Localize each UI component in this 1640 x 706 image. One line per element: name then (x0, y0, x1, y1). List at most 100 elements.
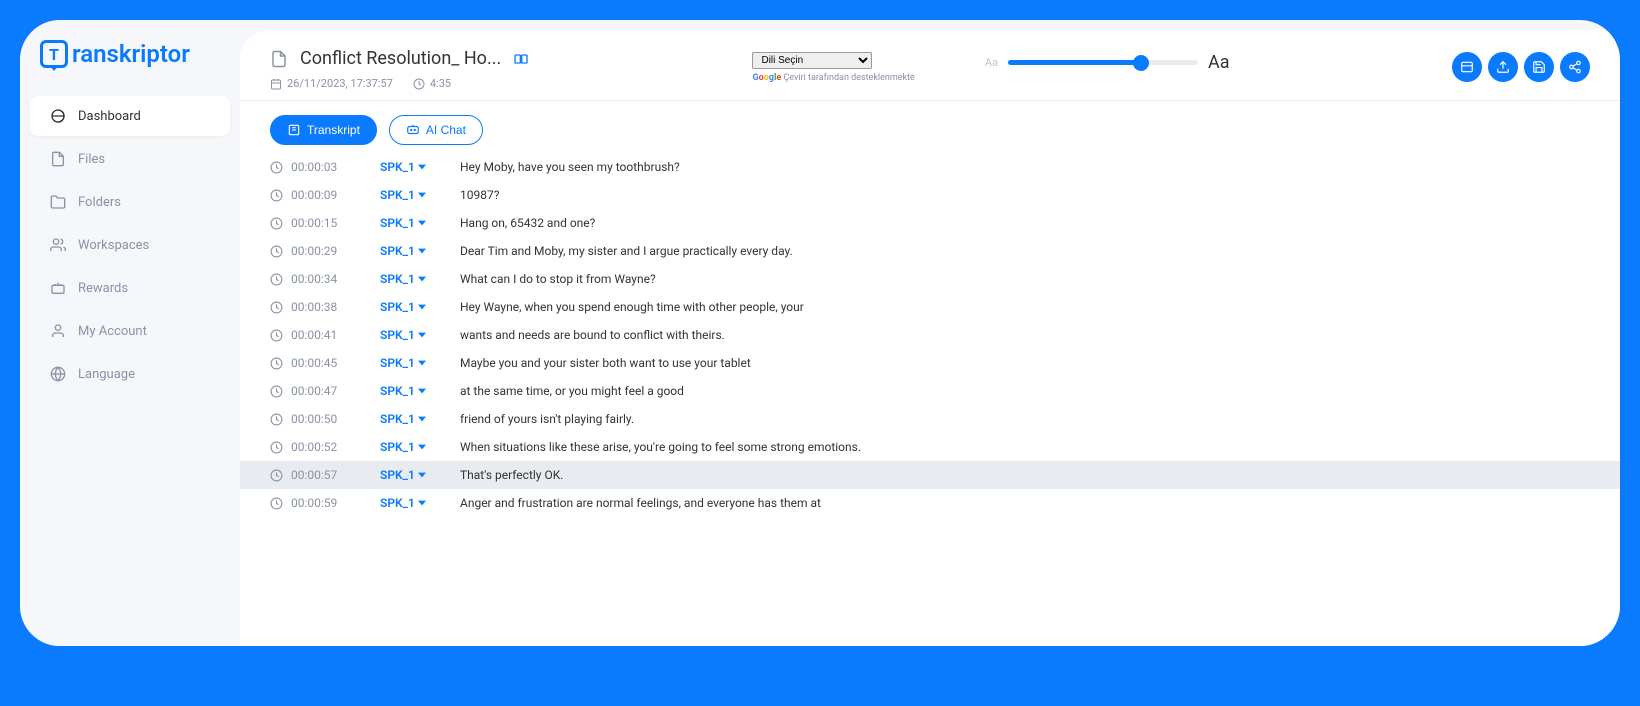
clock-icon (270, 273, 283, 286)
sidebar-item-my-account[interactable]: My Account (30, 311, 230, 351)
header: Conflict Resolution_ Ho... 26/11/2023, 1… (240, 30, 1620, 101)
clock-icon (270, 357, 283, 370)
speaker-cell[interactable]: SPK_1 (380, 496, 430, 510)
text-cell[interactable]: wants and needs are bound to conflict wi… (460, 328, 1590, 342)
main-panel: Conflict Resolution_ Ho... 26/11/2023, 1… (240, 30, 1620, 646)
speaker-label: SPK_1 (380, 300, 415, 314)
export-button[interactable] (1452, 52, 1482, 82)
transcript-line[interactable]: 00:00:03SPK_1Hey Moby, have you seen my … (240, 153, 1620, 181)
sidebar-item-language[interactable]: Language (30, 354, 230, 394)
transcript-line[interactable]: 00:00:29 SPK_1 Dear Tim and Moby, my siste… (240, 237, 1620, 265)
timestamp: 00:00:38 (291, 300, 337, 314)
download-button[interactable] (1488, 52, 1518, 82)
timestamp: 00:00:52 (291, 440, 337, 454)
speaker-cell[interactable]: SPK_1 (380, 160, 430, 174)
caret-down-icon (418, 443, 426, 451)
time-cell: 00:00:45 (270, 356, 350, 370)
clock-icon (270, 497, 283, 510)
timestamp: 00:00:34 (291, 272, 337, 286)
tab-aichat[interactable]: AI Chat (389, 115, 483, 145)
timestamp: 00:00:50 (291, 412, 337, 426)
caret-down-icon (418, 387, 426, 395)
text-cell[interactable]: Hey Moby, have you seen my toothbrush? (460, 160, 1590, 174)
time-cell: 00:00:47 (270, 384, 350, 398)
timestamp: 00:00:45 (291, 356, 337, 370)
clock-icon (270, 301, 283, 314)
sidebar-item-label: My Account (78, 324, 147, 339)
text-cell[interactable]: at the same time, or you might feel a go… (460, 384, 1590, 398)
transcript-line[interactable]: 00:00:47 SPK_1 at the same time, or you mi… (240, 377, 1620, 405)
timestamp: 00:00:15 (291, 216, 337, 230)
time-cell: 00:00:52 (270, 440, 350, 454)
logo[interactable]: T ranskriptor (20, 40, 240, 93)
speaker-label: SPK_1 (380, 216, 415, 230)
caret-down-icon (418, 163, 426, 171)
file-icon (270, 50, 288, 68)
text-cell[interactable]: Hey Wayne, when you spend enough time wi… (460, 300, 1590, 314)
speaker-cell[interactable]: SPK_1 (380, 272, 430, 286)
transcript-line[interactable]: 00:00:38 SPK_1 Hey Wayne, when you spend e… (240, 293, 1620, 321)
speaker-cell[interactable]: SPK_1 (380, 412, 430, 426)
speaker-cell[interactable]: SPK_1 (380, 188, 430, 202)
font-large-label: Aa (1208, 52, 1230, 73)
google-logo: Google (752, 73, 781, 83)
sidebar-item-label: Rewards (78, 281, 128, 296)
transcript-line[interactable]: 00:00:57 SPK_1 That's perfectly OK. (240, 461, 1620, 489)
slider-fill (1008, 60, 1141, 65)
language-block: Dili Seçin Google Çeviri tarafından dest… (752, 52, 914, 83)
timestamp: 00:00:47 (291, 384, 337, 398)
speaker-cell[interactable]: SPK_1 (380, 384, 430, 398)
speaker-cell[interactable]: SPK_1 (380, 216, 430, 230)
transcript-line[interactable]: 00:00:15 SPK_1 Hang on, 65432 and one? (240, 209, 1620, 237)
text-cell[interactable]: 10987? (460, 188, 1590, 202)
slider-thumb[interactable] (1133, 55, 1149, 71)
language-select[interactable]: Dili Seçin (752, 52, 872, 69)
text-cell[interactable]: friend of yours isn't playing fairly. (460, 412, 1590, 426)
font-size-slider[interactable]: Aa Aa (985, 52, 1230, 73)
text-cell[interactable]: What can I do to stop it from Wayne? (460, 272, 1590, 286)
transcript-line[interactable]: 00:00:45 SPK_1 Maybe you and your sister b… (240, 349, 1620, 377)
speaker-cell[interactable]: SPK_1 (380, 328, 430, 342)
transcript-line[interactable]: 00:00:09SPK_110987? (240, 181, 1620, 209)
text-cell[interactable]: That's perfectly OK. (460, 468, 1590, 482)
caret-down-icon (418, 471, 426, 479)
clock-icon (270, 329, 283, 342)
download-icon (1496, 60, 1510, 74)
share-button[interactable] (1560, 52, 1590, 82)
save-button[interactable] (1524, 52, 1554, 82)
text-cell[interactable]: When situations like these arise, you're… (460, 440, 1590, 454)
sidebar-item-files[interactable]: Files (30, 139, 230, 179)
speaker-cell[interactable]: SPK_1 (380, 468, 430, 482)
slider-track[interactable] (1008, 60, 1198, 65)
time-cell: 00:00:59 (270, 496, 350, 510)
text-cell[interactable]: Anger and frustration are normal feeling… (460, 496, 1590, 510)
speaker-cell[interactable]: SPK_1 (380, 300, 430, 314)
transcript-line[interactable]: 00:00:52 SPK_1 When situations like these … (240, 433, 1620, 461)
text-cell[interactable]: Dear Tim and Moby, my sister and I argue… (460, 244, 1590, 258)
transcript-line[interactable]: 00:00:41SPK_1wants and needs are bound t… (240, 321, 1620, 349)
sidebar-item-folders[interactable]: Folders (30, 182, 230, 222)
time-cell: 00:00:57 (270, 468, 350, 482)
speaker-cell[interactable]: SPK_1 (380, 244, 430, 258)
timestamp: 00:00:29 (291, 244, 337, 258)
text-cell[interactable]: Hang on, 65432 and one? (460, 216, 1590, 230)
export-icon (1460, 60, 1474, 74)
transcript-line[interactable]: 00:00:34 SPK_1 What can I do to stop it fr… (240, 265, 1620, 293)
font-small-label: Aa (985, 56, 998, 69)
rename-icon[interactable] (513, 51, 529, 67)
time-cell: 00:00:29 (270, 244, 350, 258)
sidebar-item-rewards[interactable]: Rewards (30, 268, 230, 308)
speaker-label: SPK_1 (380, 272, 415, 286)
tab-transkript[interactable]: Transkript (270, 115, 377, 145)
sidebar-nav: DashboardFilesFoldersWorkspaces Rewards My… (20, 96, 240, 394)
transcript-line[interactable]: 00:00:50 SPK_1 friend of yours isn't playi… (240, 405, 1620, 433)
speaker-label: SPK_1 (380, 160, 415, 174)
aichat-icon (406, 123, 420, 137)
transcript-line[interactable]: 00:00:59 SPK_1 Anger and frustration are n… (240, 489, 1620, 517)
caret-down-icon (418, 499, 426, 507)
speaker-cell[interactable]: SPK_1 (380, 440, 430, 454)
sidebar-item-workspaces[interactable]: Workspaces (30, 225, 230, 265)
text-cell[interactable]: Maybe you and your sister both want to u… (460, 356, 1590, 370)
speaker-cell[interactable]: SPK_1 (380, 356, 430, 370)
sidebar-item-dashboard[interactable]: Dashboard (30, 96, 230, 136)
